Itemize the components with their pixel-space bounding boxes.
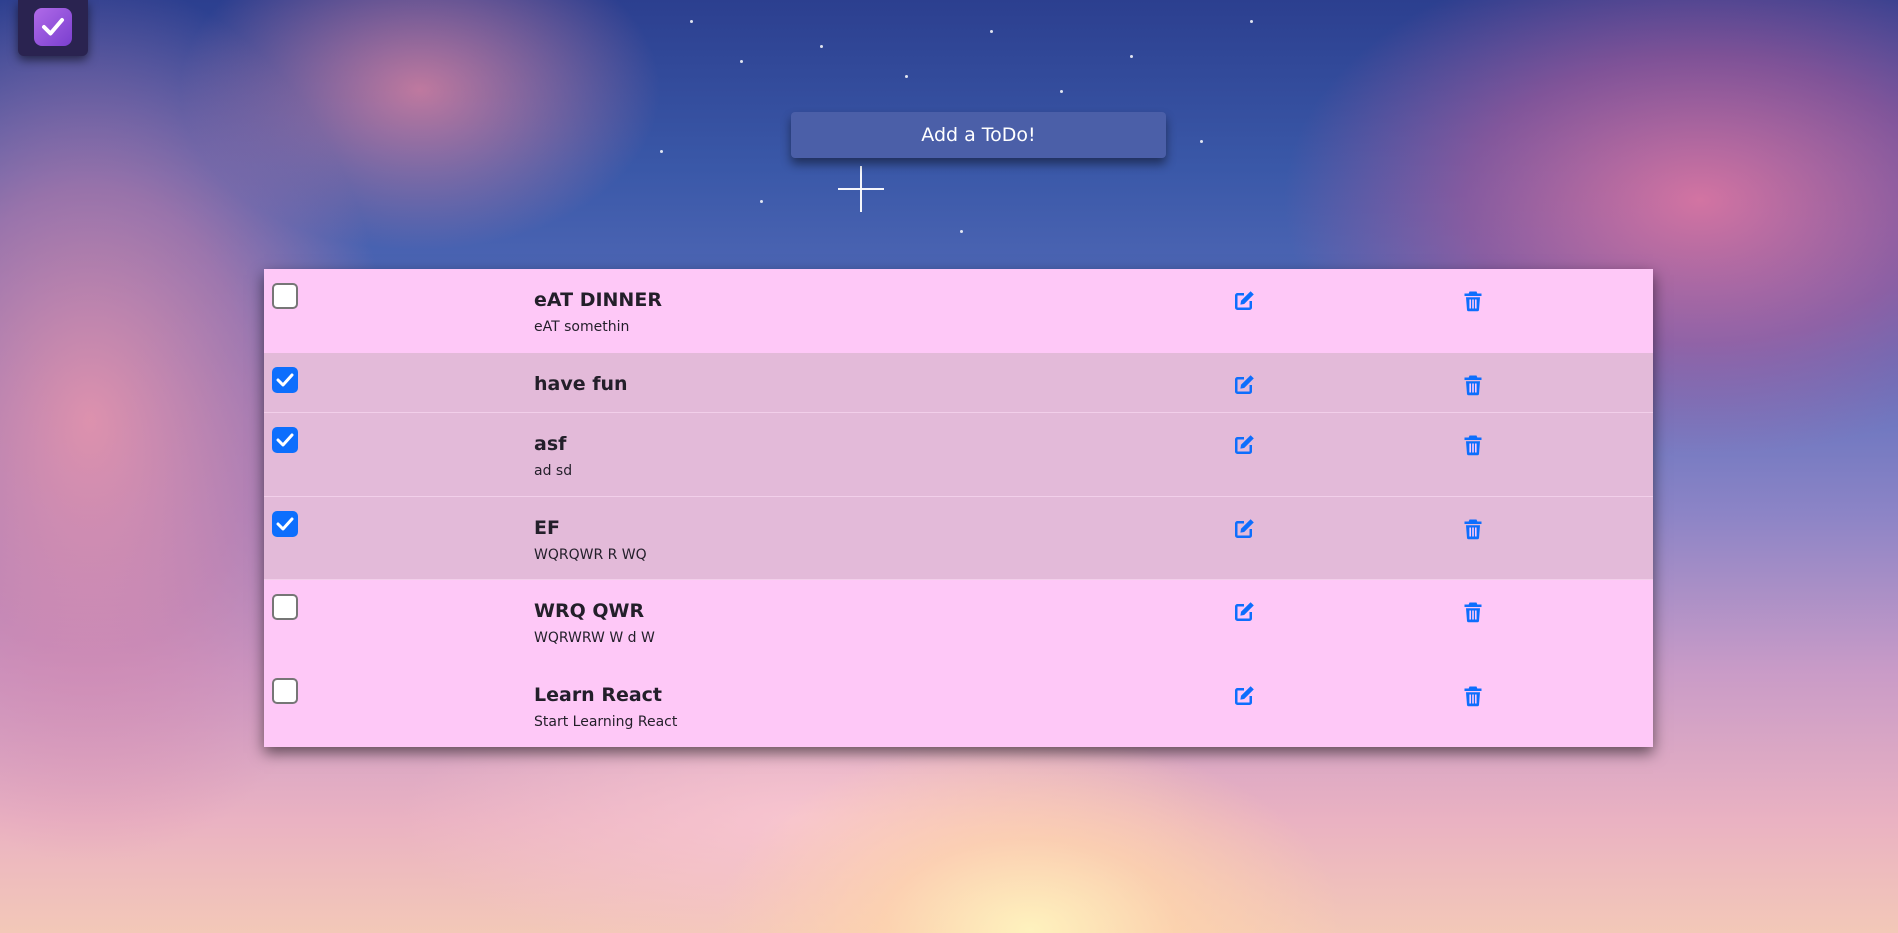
edit-icon[interactable] — [1232, 684, 1256, 708]
todo-title: have fun — [534, 373, 628, 395]
todo-description: Start Learning React — [534, 714, 678, 730]
checkmark-icon — [276, 517, 294, 531]
edit-icon[interactable] — [1232, 600, 1256, 624]
sparkle-decoration — [838, 166, 884, 212]
todo-item: have fun — [264, 353, 1653, 413]
todo-description: eAT somethin — [534, 319, 630, 335]
edit-icon[interactable] — [1232, 517, 1256, 541]
checkmark-icon — [276, 373, 294, 387]
trash-icon[interactable] — [1461, 433, 1485, 457]
todo-checkbox[interactable] — [272, 594, 298, 620]
add-todo-button[interactable]: Add a ToDo! — [791, 112, 1166, 158]
todo-title: Learn React — [534, 684, 663, 706]
todo-description: WQRWRW W d W — [534, 630, 655, 646]
todo-checkbox[interactable] — [272, 678, 298, 704]
todo-title: eAT DINNER — [534, 289, 662, 311]
todo-checkbox[interactable] — [272, 283, 298, 309]
todo-item: WRQ QWR WQRWRW W d W — [264, 580, 1653, 664]
app-logo[interactable] — [18, 0, 88, 56]
todo-checkbox-checked[interactable] — [272, 427, 298, 453]
trash-icon[interactable] — [1461, 517, 1485, 541]
checkmark-icon — [276, 433, 294, 447]
todo-title: asf — [534, 433, 567, 455]
edit-icon[interactable] — [1232, 289, 1256, 313]
todo-item: EF WQRQWR R WQ — [264, 497, 1653, 580]
trash-icon[interactable] — [1461, 684, 1485, 708]
edit-icon[interactable] — [1232, 433, 1256, 457]
todo-item: asf ad sd — [264, 413, 1653, 497]
todo-item: eAT DINNER eAT somethin — [264, 269, 1653, 353]
todo-list: eAT DINNER eAT somethin have fun asf ad … — [264, 269, 1653, 747]
trash-icon[interactable] — [1461, 373, 1485, 397]
todo-checkbox-checked[interactable] — [272, 511, 298, 537]
todo-title: WRQ QWR — [534, 600, 645, 622]
todo-checkbox-checked[interactable] — [272, 367, 298, 393]
todo-description: WQRQWR R WQ — [534, 547, 647, 563]
check-square-icon — [34, 8, 72, 46]
todo-item: Learn React Start Learning React — [264, 664, 1653, 747]
trash-icon[interactable] — [1461, 600, 1485, 624]
trash-icon[interactable] — [1461, 289, 1485, 313]
edit-icon[interactable] — [1232, 373, 1256, 397]
todo-title: EF — [534, 517, 560, 539]
todo-description: ad sd — [534, 463, 573, 479]
